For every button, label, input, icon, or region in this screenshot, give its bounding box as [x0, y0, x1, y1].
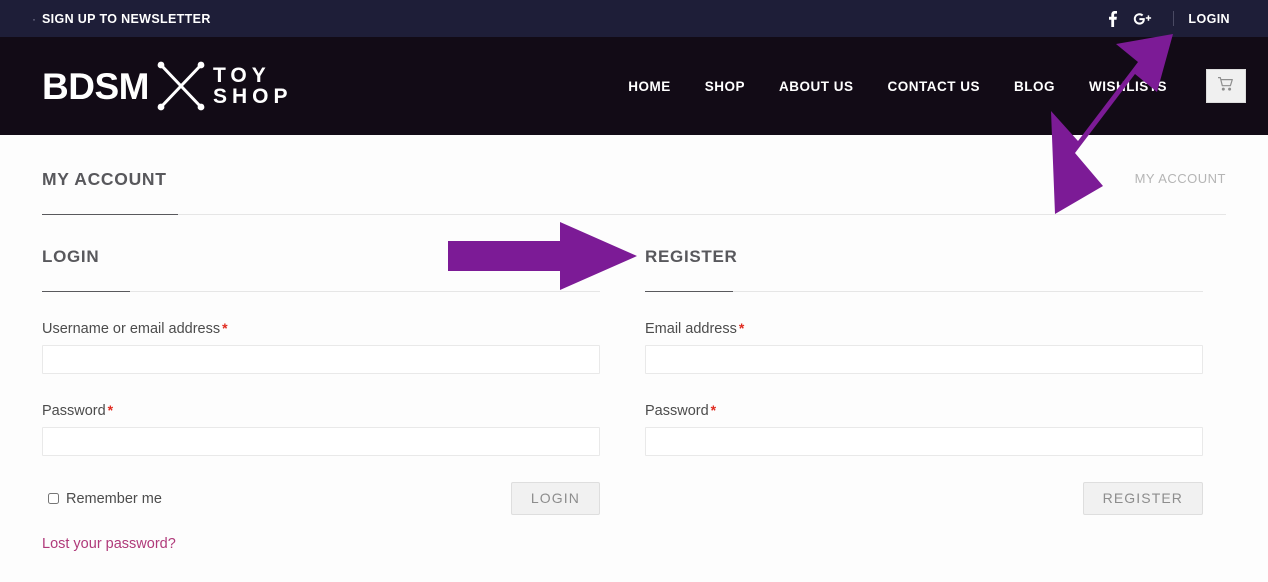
- login-panel-title: LOGIN: [42, 247, 100, 266]
- site-header: BDSM TOY SHOP HOME SHOP ABOUT US CONTACT…: [0, 37, 1268, 135]
- logo-toyshop-text: TOY SHOP: [212, 63, 293, 108]
- nav-home[interactable]: HOME: [611, 79, 688, 94]
- page-title: MY ACCOUNT: [42, 169, 167, 189]
- logo-word-shop: SHOP: [212, 85, 293, 108]
- remember-me-control[interactable]: Remember me: [42, 491, 162, 507]
- register-form-footer: REGISTER: [645, 482, 1203, 515]
- register-password-label: Password *: [645, 402, 717, 419]
- register-panel: REGISTER Email address * Password * REGIST…: [645, 247, 1203, 553]
- login-title-divider: [42, 291, 600, 292]
- nav-contact-us[interactable]: CONTACT US: [871, 79, 998, 94]
- account-header: MY ACCOUNT MY ACCOUNT: [42, 135, 1226, 190]
- remember-me-checkbox[interactable]: [48, 493, 59, 504]
- nav-about-us[interactable]: ABOUT US: [762, 79, 871, 94]
- site-logo[interactable]: BDSM TOY SHOP: [42, 59, 292, 113]
- login-submit-button[interactable]: LOGIN: [510, 482, 600, 515]
- register-password-field: Password *: [645, 402, 1203, 456]
- login-username-field: Username or email address *: [42, 320, 600, 374]
- login-password-label: Password *: [42, 402, 114, 419]
- breadcrumb: MY ACCOUNT: [1134, 171, 1226, 186]
- cart-button[interactable]: [1206, 69, 1246, 103]
- top-login-link[interactable]: LOGIN: [1188, 12, 1240, 26]
- register-password-input[interactable]: [645, 427, 1203, 456]
- facebook-icon[interactable]: [1097, 10, 1127, 27]
- nav-blog[interactable]: BLOG: [997, 79, 1072, 94]
- google-plus-icon[interactable]: [1127, 12, 1157, 26]
- login-password-input[interactable]: [42, 427, 600, 456]
- newsletter-signup[interactable]: · SIGN UP TO NEWSLETTER: [32, 12, 211, 26]
- shopping-cart-icon: [1217, 76, 1235, 97]
- remember-me-label: Remember me: [66, 490, 162, 507]
- nav-shop[interactable]: SHOP: [688, 79, 762, 94]
- register-email-input[interactable]: [645, 345, 1203, 374]
- logo-brand-text: BDSM: [42, 65, 149, 107]
- page-title-divider: [42, 214, 1226, 215]
- account-columns: LOGIN Username or email address * Passwor…: [42, 247, 1226, 553]
- top-bar-divider: [1173, 11, 1175, 26]
- required-asterisk: *: [222, 320, 228, 336]
- page-root: · SIGN UP TO NEWSLETTER LOGIN BDSM TOY S…: [0, 0, 1268, 582]
- top-utility-bar: · SIGN UP TO NEWSLETTER LOGIN: [0, 0, 1268, 37]
- required-asterisk: *: [710, 402, 717, 418]
- register-email-field: Email address *: [645, 320, 1203, 374]
- login-password-field: Password *: [42, 402, 600, 456]
- logo-word-toy: TOY: [212, 63, 271, 87]
- x-crossed-crops-icon: [153, 59, 209, 113]
- register-title-divider: [645, 291, 1203, 292]
- login-form-footer: Remember me LOGIN: [42, 482, 600, 515]
- nav-wishlists[interactable]: WISHLISTS: [1072, 79, 1184, 94]
- lost-password-link[interactable]: Lost your password?: [42, 536, 176, 552]
- login-username-label: Username or email address *: [42, 320, 228, 337]
- newsletter-link-label[interactable]: SIGN UP TO NEWSLETTER: [42, 12, 211, 26]
- register-email-label: Email address *: [645, 320, 745, 337]
- register-submit-button[interactable]: REGISTER: [1082, 482, 1203, 515]
- bullet-icon: ·: [32, 11, 36, 26]
- register-panel-title: REGISTER: [645, 247, 738, 266]
- page-content: MY ACCOUNT MY ACCOUNT LOGIN Username or …: [0, 135, 1268, 553]
- login-panel: LOGIN Username or email address * Passwor…: [42, 247, 600, 553]
- top-bar-right-group: LOGIN: [1097, 10, 1240, 27]
- required-asterisk: *: [107, 402, 114, 418]
- login-username-input[interactable]: [42, 345, 600, 374]
- required-asterisk: *: [738, 320, 745, 336]
- main-navigation: HOME SHOP ABOUT US CONTACT US BLOG WISHL…: [611, 79, 1184, 94]
